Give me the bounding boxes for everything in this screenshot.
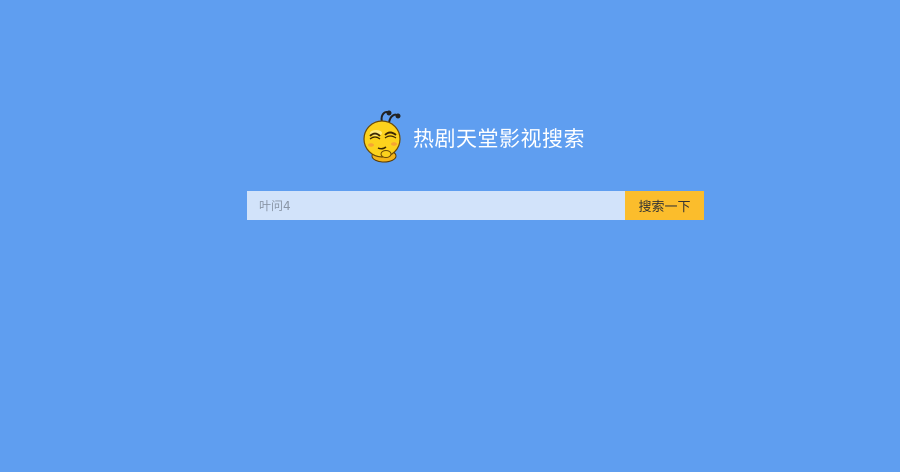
- site-title: 热剧天堂影视搜索: [413, 126, 585, 151]
- search-bar: 搜索一下: [247, 191, 704, 220]
- bee-mascot-icon: [363, 110, 401, 163]
- brand-header: 热剧天堂影视搜索: [362, 108, 585, 164]
- search-button[interactable]: 搜索一下: [625, 191, 704, 220]
- search-input[interactable]: [247, 191, 625, 220]
